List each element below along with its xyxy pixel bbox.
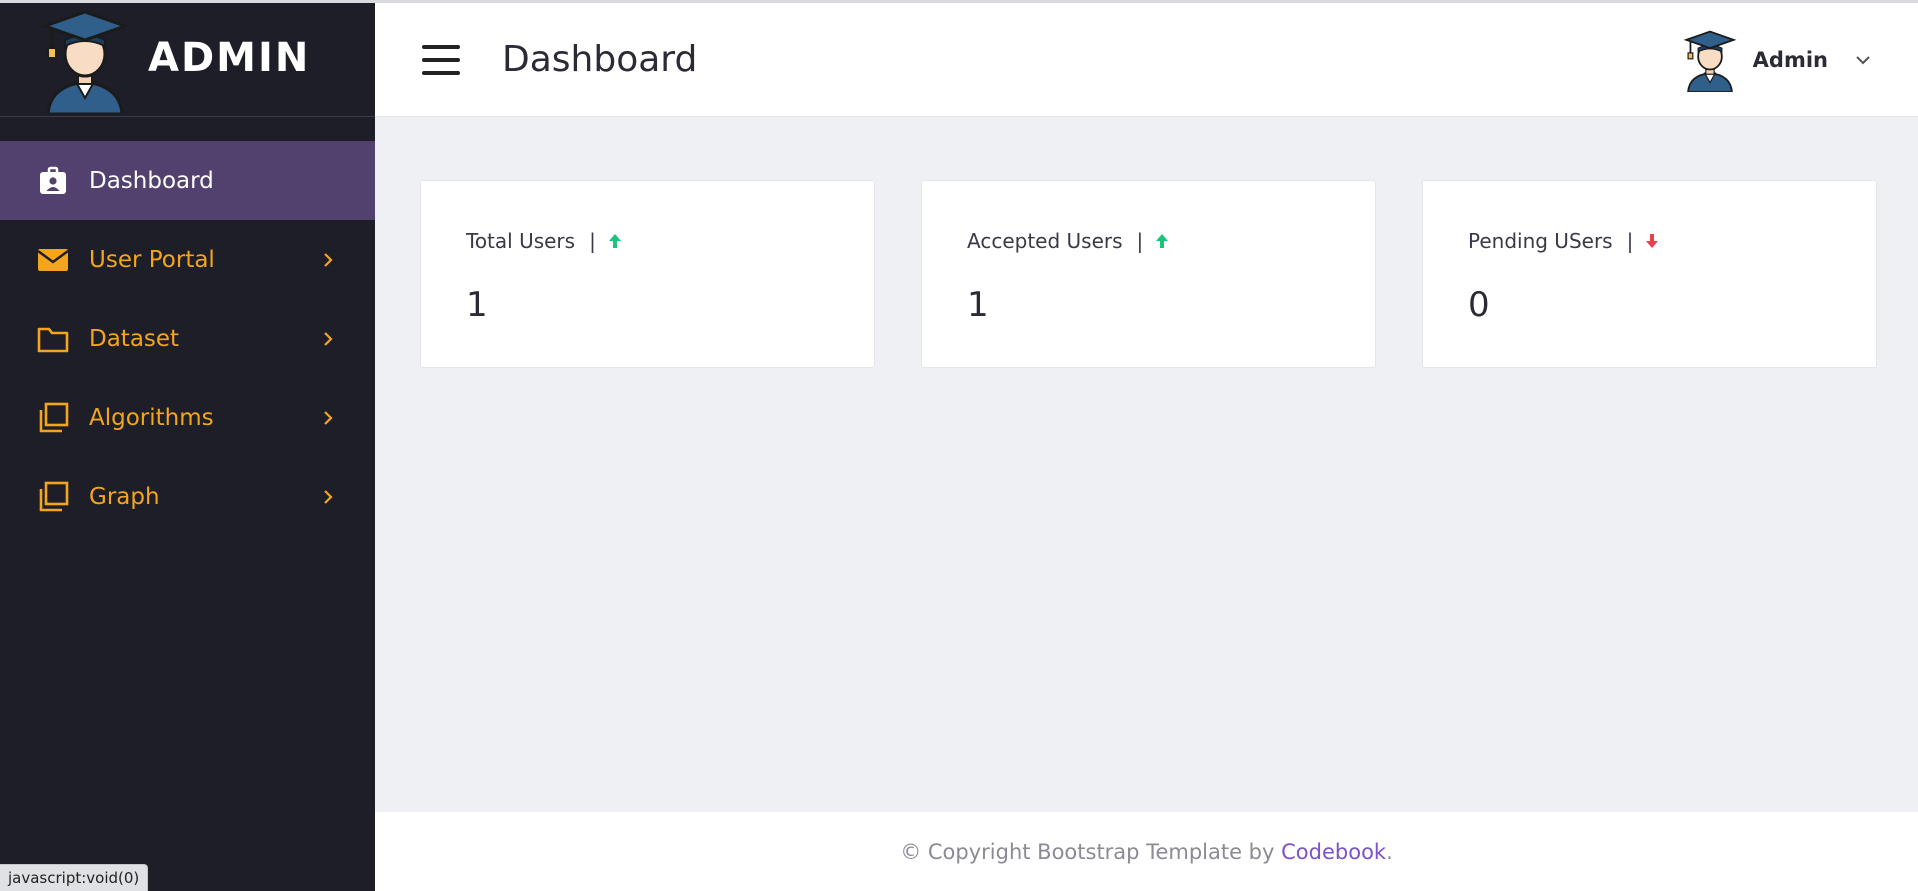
- sidebar-item-dashboard[interactable]: Dashboard: [0, 141, 375, 220]
- stats-cards: Total Users | 1 Accepted Users | 1 Pendi…: [420, 180, 1877, 368]
- stat-card-accepted-users: Accepted Users | 1: [921, 180, 1376, 368]
- stat-card-pending-users: Pending USers | 0: [1422, 180, 1877, 368]
- stat-card-total-users: Total Users | 1: [420, 180, 875, 368]
- user-menu[interactable]: Admin: [1683, 28, 1872, 92]
- sidebar-item-user-portal[interactable]: User Portal: [0, 220, 375, 299]
- sidebar: ADMIN Dashboard User Portal Dataset Algo…: [0, 0, 375, 891]
- copy-icon: [36, 401, 70, 435]
- card-header: Total Users |: [466, 229, 874, 253]
- card-separator: |: [1136, 229, 1144, 253]
- menu-toggle-icon[interactable]: [422, 44, 460, 75]
- envelope-icon: [36, 243, 70, 277]
- arrow-up-icon: [1156, 234, 1169, 248]
- sidebar-item-dataset[interactable]: Dataset: [0, 299, 375, 378]
- footer-copyright: © Copyright Bootstrap Template by: [900, 839, 1275, 864]
- sidebar-item-label: User Portal: [89, 246, 215, 273]
- sidebar-item-label: Dataset: [89, 325, 180, 352]
- copy-icon: [36, 480, 70, 514]
- card-value: 0: [1468, 285, 1490, 325]
- sidebar-item-algorithms[interactable]: Algorithms: [0, 378, 375, 457]
- top-border: [0, 0, 1918, 3]
- user-avatar-icon: [1683, 30, 1737, 92]
- page-title: Dashboard: [502, 39, 698, 80]
- card-label: Accepted Users: [967, 229, 1123, 253]
- arrow-down-icon: [1646, 234, 1659, 248]
- card-separator: |: [589, 229, 596, 253]
- chevron-right-icon: [324, 489, 333, 504]
- sidebar-item-label: Algorithms: [89, 404, 214, 431]
- chevron-down-icon: [1856, 55, 1870, 64]
- brand-title: ADMIN: [148, 35, 311, 81]
- sidebar-nav: Dashboard User Portal Dataset Algorithms…: [0, 141, 375, 536]
- top-header: Dashboard Admin: [375, 3, 1918, 117]
- chevron-right-icon: [324, 331, 333, 346]
- footer-suffix: .: [1386, 839, 1393, 864]
- card-label: Total Users: [466, 229, 576, 253]
- sidebar-item-label: Dashboard: [89, 167, 214, 194]
- graduate-avatar-icon: [40, 10, 130, 114]
- arrow-up-icon: [608, 234, 621, 248]
- chevron-right-icon: [324, 410, 333, 425]
- card-value: 1: [967, 285, 989, 325]
- card-header: Pending USers |: [1468, 229, 1876, 253]
- sidebar-item-graph[interactable]: Graph: [0, 457, 375, 536]
- sidebar-item-label: Graph: [89, 483, 160, 510]
- browser-status-bar: javascript:void(0): [0, 864, 149, 891]
- id-badge-icon: [36, 164, 70, 198]
- card-header: Accepted Users |: [967, 229, 1375, 253]
- card-separator: |: [1626, 229, 1634, 253]
- card-label: Pending USers: [1468, 229, 1613, 253]
- card-value: 1: [466, 285, 488, 325]
- folder-icon: [36, 322, 70, 356]
- brand[interactable]: ADMIN: [0, 0, 375, 117]
- footer: © Copyright Bootstrap Template by Codebo…: [375, 812, 1918, 891]
- chevron-right-icon: [324, 252, 333, 267]
- footer-link-codebook[interactable]: Codebook: [1281, 840, 1386, 864]
- user-name: Admin: [1752, 47, 1828, 72]
